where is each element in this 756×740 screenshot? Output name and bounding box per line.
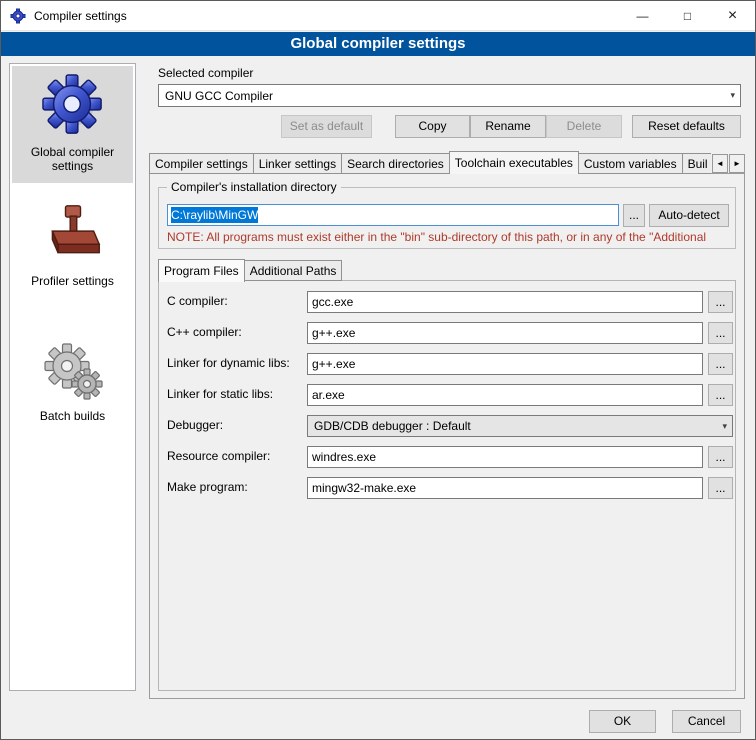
gear-icon: [42, 74, 104, 136]
set-as-default-button: Set as default: [281, 115, 372, 138]
cancel-button[interactable]: Cancel: [672, 710, 741, 733]
c-compiler-label: C compiler:: [167, 294, 228, 308]
chevron-down-icon: ▾: [722, 421, 727, 432]
install-dir-selected-text: C:\raylib\MinGW: [171, 207, 258, 223]
install-dir-browse-button[interactable]: ...: [623, 204, 645, 227]
subtab-program-files[interactable]: Program Files: [158, 259, 245, 282]
sidebar-item-profiler-settings[interactable]: Profiler settings: [12, 193, 133, 298]
linker-static-input[interactable]: [307, 384, 703, 406]
resource-compiler-label: Resource compiler:: [167, 449, 270, 463]
install-dir-group-title: Compiler's installation directory: [167, 180, 341, 194]
window-icon: [10, 8, 26, 24]
c-compiler-browse-button[interactable]: ...: [708, 291, 733, 313]
cpp-compiler-browse-button[interactable]: ...: [708, 322, 733, 344]
sidebar-item-global-compiler-settings[interactable]: Global compiler settings: [12, 66, 133, 183]
selected-compiler-label: Selected compiler: [158, 66, 253, 80]
tab-strip: Compiler settings Linker settings Search…: [149, 150, 711, 174]
tab-linker-settings[interactable]: Linker settings: [253, 153, 342, 174]
tab-toolchain-executables[interactable]: Toolchain executables: [449, 151, 579, 174]
delete-button: Delete: [546, 115, 622, 138]
debugger-value: GDB/CDB debugger : Default: [314, 419, 718, 433]
debugger-select[interactable]: GDB/CDB debugger : Default ▾: [307, 415, 733, 437]
program-files-panel: C compiler: ... C++ compiler: ... Linker…: [158, 280, 736, 691]
profiler-icon: [43, 201, 103, 265]
tab-compiler-settings[interactable]: Compiler settings: [149, 153, 254, 174]
tab-scroll-right-button[interactable]: ►: [729, 154, 745, 173]
tab-search-directories[interactable]: Search directories: [341, 153, 450, 174]
resource-compiler-input[interactable]: [307, 446, 703, 468]
sidebar-item-label: Global compiler settings: [16, 145, 129, 173]
linker-dynamic-label: Linker for dynamic libs:: [167, 356, 290, 370]
cpp-compiler-label: C++ compiler:: [167, 325, 242, 339]
sidebar-item-batch-builds[interactable]: Batch builds: [12, 332, 133, 433]
window-title: Compiler settings: [34, 9, 127, 23]
linker-dynamic-input[interactable]: [307, 353, 703, 375]
toolchain-subtabs: Program Files Additional Paths: [158, 258, 341, 281]
maximize-button[interactable]: □: [665, 1, 710, 30]
tab-custom-variables[interactable]: Custom variables: [578, 153, 683, 174]
install-dir-groupbox: Compiler's installation directory C:\ray…: [158, 187, 736, 249]
linker-static-label: Linker for static libs:: [167, 387, 273, 401]
make-program-label: Make program:: [167, 480, 248, 494]
subtab-additional-paths[interactable]: Additional Paths: [244, 260, 343, 281]
resource-compiler-browse-button[interactable]: ...: [708, 446, 733, 468]
copy-button[interactable]: Copy: [395, 115, 470, 138]
settings-sidebar: Global compiler settings Profiler settin…: [9, 63, 136, 691]
dialog-header: Global compiler settings: [1, 32, 755, 56]
titlebar: Compiler settings — □ ×: [1, 1, 755, 31]
selected-compiler-combobox[interactable]: GNU GCC Compiler ▾: [158, 84, 741, 107]
make-program-browse-button[interactable]: ...: [708, 477, 733, 499]
autodetect-button[interactable]: Auto-detect: [649, 204, 729, 227]
chevron-down-icon: ▾: [730, 90, 735, 101]
selected-compiler-value: GNU GCC Compiler: [165, 89, 726, 103]
ok-button[interactable]: OK: [589, 710, 656, 733]
rename-button[interactable]: Rename: [470, 115, 546, 138]
minimize-button[interactable]: —: [620, 1, 665, 30]
make-program-input[interactable]: [307, 477, 703, 499]
linker-static-browse-button[interactable]: ...: [708, 384, 733, 406]
reset-defaults-button[interactable]: Reset defaults: [632, 115, 741, 138]
note-text: NOTE: All programs must exist either in …: [167, 230, 727, 244]
cpp-compiler-input[interactable]: [307, 322, 703, 344]
window-controls: — □ ×: [620, 1, 755, 30]
compiler-settings-window: Compiler settings — □ × Global compiler …: [0, 0, 756, 740]
batch-builds-gears-icon: [43, 340, 103, 400]
install-dir-input[interactable]: C:\raylib\MinGW: [167, 204, 619, 226]
tab-build-options-truncated[interactable]: Buil: [682, 153, 711, 174]
close-button[interactable]: ×: [710, 1, 755, 30]
sidebar-item-label: Batch builds: [16, 409, 129, 423]
c-compiler-input[interactable]: [307, 291, 703, 313]
tab-scroll-left-button[interactable]: ◄: [712, 154, 728, 173]
linker-dynamic-browse-button[interactable]: ...: [708, 353, 733, 375]
debugger-label: Debugger:: [167, 418, 223, 432]
main-tab-bar: Compiler settings Linker settings Search…: [149, 150, 745, 174]
sidebar-item-label: Profiler settings: [16, 274, 129, 288]
